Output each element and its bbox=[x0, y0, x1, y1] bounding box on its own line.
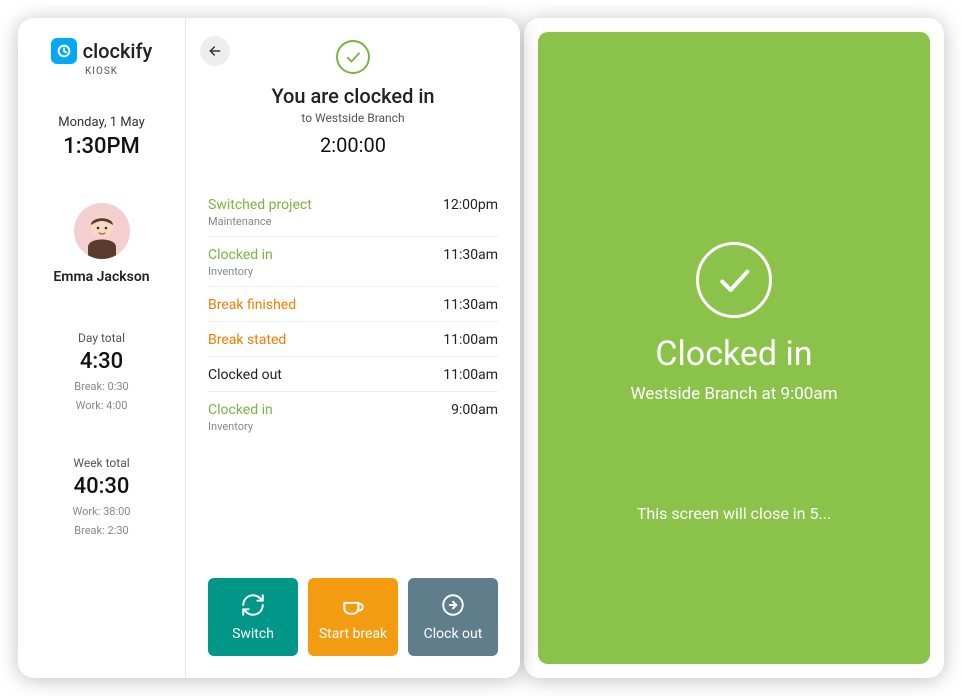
event-row: Break finished 11:30am bbox=[208, 287, 498, 322]
hero: You are clocked in to Westside Branch 2:… bbox=[208, 40, 498, 157]
week-break-value: Break: 2:30 bbox=[74, 524, 128, 537]
back-button[interactable] bbox=[200, 36, 230, 66]
event-time: 11:00am bbox=[443, 367, 498, 383]
event-time: 12:00pm bbox=[443, 197, 498, 213]
switch-button[interactable]: Switch bbox=[208, 578, 298, 656]
confirmation-subtitle: Westside Branch at 9:00am bbox=[631, 384, 838, 404]
kiosk-label: KIOSK bbox=[85, 66, 118, 77]
hero-subtitle: to Westside Branch bbox=[301, 111, 404, 125]
clock-out-button[interactable]: Clock out bbox=[408, 578, 498, 656]
hero-elapsed: 2:00:00 bbox=[320, 133, 386, 157]
day-total-label: Day total bbox=[78, 331, 125, 345]
action-row: Switch Start break Clock out bbox=[208, 578, 498, 656]
confirmation-title: Clocked in bbox=[655, 334, 812, 374]
event-subtitle: Maintenance bbox=[208, 215, 312, 228]
event-row: Break stated 11:00am bbox=[208, 322, 498, 357]
sidebar: clockify KIOSK Monday, 1 May 1:30PM Emma… bbox=[18, 18, 186, 678]
refresh-icon bbox=[240, 592, 266, 618]
hero-title: You are clocked in bbox=[271, 84, 434, 108]
day-break-value: Break: 0:30 bbox=[74, 380, 128, 393]
check-circle-large-icon bbox=[696, 242, 772, 318]
event-subtitle: Inventory bbox=[208, 420, 273, 433]
event-title: Switched project bbox=[208, 197, 312, 213]
event-title: Clocked in bbox=[208, 402, 273, 418]
event-title: Clocked out bbox=[208, 367, 282, 383]
check-circle-icon bbox=[336, 40, 370, 74]
week-work-value: Work: 38:00 bbox=[73, 505, 131, 518]
confirmation-panel: Clocked in Westside Branch at 9:00am Thi… bbox=[538, 32, 930, 664]
coffee-icon bbox=[340, 592, 366, 618]
week-total-label: Week total bbox=[73, 456, 129, 470]
logo: clockify bbox=[51, 38, 153, 64]
event-title: Clocked in bbox=[208, 247, 273, 263]
event-time: 9:00am bbox=[451, 402, 498, 418]
arrow-right-circle-icon bbox=[440, 592, 466, 618]
main-panel: You are clocked in to Westside Branch 2:… bbox=[186, 18, 520, 678]
kiosk-card: clockify KIOSK Monday, 1 May 1:30PM Emma… bbox=[18, 18, 520, 678]
start-break-button-label: Start break bbox=[319, 626, 387, 642]
arrow-left-icon bbox=[207, 43, 223, 59]
events-list: Switched project Maintenance 12:00pm Clo… bbox=[208, 187, 498, 441]
clock-out-button-label: Clock out bbox=[424, 626, 483, 642]
switch-button-label: Switch bbox=[232, 626, 274, 642]
event-title: Break stated bbox=[208, 332, 286, 348]
avatar bbox=[74, 203, 130, 259]
confirmation-card: Clocked in Westside Branch at 9:00am Thi… bbox=[524, 18, 944, 678]
day-work-value: Work: 4:00 bbox=[76, 399, 128, 412]
week-total-value: 40:30 bbox=[74, 474, 130, 499]
user-name: Emma Jackson bbox=[53, 269, 149, 285]
clockify-logo-icon bbox=[51, 38, 77, 64]
event-title: Break finished bbox=[208, 297, 296, 313]
event-subtitle: Inventory bbox=[208, 265, 273, 278]
current-date: Monday, 1 May bbox=[58, 115, 145, 130]
event-time: 11:30am bbox=[443, 247, 498, 263]
event-row: Clocked in Inventory 9:00am bbox=[208, 392, 498, 441]
event-time: 11:30am bbox=[443, 297, 498, 313]
start-break-button[interactable]: Start break bbox=[308, 578, 398, 656]
event-row: Clocked in Inventory 11:30am bbox=[208, 237, 498, 287]
event-row: Switched project Maintenance 12:00pm bbox=[208, 187, 498, 237]
confirmation-closing-text: This screen will close in 5... bbox=[637, 504, 831, 523]
event-row: Clocked out 11:00am bbox=[208, 357, 498, 392]
day-total-value: 4:30 bbox=[80, 349, 123, 374]
current-time: 1:30PM bbox=[63, 134, 140, 159]
brand-name: clockify bbox=[83, 39, 153, 63]
event-time: 11:00am bbox=[443, 332, 498, 348]
